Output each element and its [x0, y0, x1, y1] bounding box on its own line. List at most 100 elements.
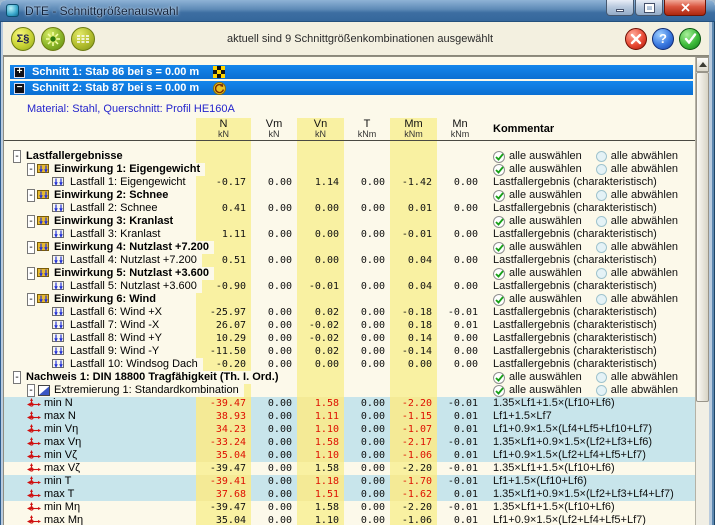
value-T: 0.00 — [344, 319, 390, 332]
tree-expander[interactable]: - — [27, 189, 35, 202]
close-button[interactable] — [664, 0, 706, 16]
table-row-extremierung[interactable]: -Extremierung 1: Standardkombinationalle… — [4, 384, 695, 397]
tree-expander[interactable]: - — [27, 267, 35, 280]
table-row-lastfall[interactable]: Lastfall 7: Wind -X26.070.00-0.020.000.1… — [4, 319, 695, 332]
table-row-extreme[interactable]: min Vη34.230.001.100.00-1.070.01Lf1+0.9×… — [4, 423, 695, 436]
help-button[interactable]: ? — [652, 28, 674, 50]
table-row-einwirkung[interactable]: -Einwirkung 3: Kranlastalle auswählenall… — [4, 215, 695, 228]
table-row-lastfall[interactable]: Lastfall 2: Schnee0.410.000.000.000.010.… — [4, 202, 695, 215]
cancel-button[interactable] — [625, 28, 647, 50]
select-all-radio[interactable] — [493, 294, 505, 306]
table-row-einwirkung[interactable]: -Einwirkung 6: Windalle auswählenalle ab… — [4, 293, 695, 306]
table-row-lastfall[interactable]: Lastfall 9: Wind -Y-11.500.000.020.00-0.… — [4, 345, 695, 358]
deselect-all-radio[interactable] — [596, 190, 607, 201]
value-Vn — [297, 293, 344, 306]
deselect-all-radio[interactable] — [596, 242, 607, 253]
value-Vn — [297, 241, 344, 254]
select-all-radio[interactable] — [493, 385, 505, 397]
table-row-lastfall[interactable]: Lastfall 4: Nutzlast +7.2000.510.000.000… — [4, 254, 695, 267]
deselect-all-radio[interactable] — [596, 216, 607, 227]
table-row-group[interactable]: -Nachweis 1: DIN 18800 Tragfähigkeit (Th… — [4, 371, 695, 384]
value-Mm: 0.04 — [390, 254, 437, 267]
table-row-einwirkung[interactable]: -Einwirkung 5: Nutzlast +3.600alle auswä… — [4, 267, 695, 280]
column-header-Vm: VmkN — [251, 118, 297, 141]
select-all-radio[interactable] — [493, 242, 505, 254]
table-row-group[interactable]: -Lastfallergebnissealle auswählenalle ab… — [4, 150, 695, 163]
starburst-button[interactable] — [41, 27, 65, 51]
value-T: 0.00 — [344, 280, 390, 293]
table-row-einwirkung[interactable]: -Einwirkung 1: Eigengewichtalle auswähle… — [4, 163, 695, 176]
starburst-icon — [45, 31, 61, 47]
sum-paragraph-button[interactable]: Σ§ — [11, 27, 35, 51]
value-Vm: 0.00 — [251, 436, 297, 449]
deselect-all-radio[interactable] — [596, 385, 607, 396]
select-all-label: alle auswählen — [509, 150, 582, 163]
value-Vn: 1.14 — [297, 176, 344, 189]
deselect-all-radio[interactable] — [596, 164, 607, 175]
value-Vn: 1.58 — [297, 436, 344, 449]
table-row-extreme[interactable]: min Vζ35.040.001.100.00-1.060.01Lf1+0.9×… — [4, 449, 695, 462]
table-row-extreme[interactable]: max N38.930.001.110.00-1.150.01Lf1+1.5×L… — [4, 410, 695, 423]
confirm-button[interactable] — [679, 28, 701, 50]
table-row-extreme[interactable]: max Mη35.040.001.100.00-1.060.01Lf1+0.9×… — [4, 514, 695, 525]
deselect-all-radio[interactable] — [596, 294, 607, 305]
tree-expander[interactable]: - — [13, 150, 21, 163]
row-label-cell: -Lastfallergebnisse — [4, 150, 196, 163]
table-row-extreme[interactable]: max T37.680.001.510.00-1.620.011.35×Lf1+… — [4, 488, 695, 501]
select-all-radio[interactable] — [493, 190, 505, 202]
select-all-radio[interactable] — [493, 216, 505, 228]
comment-cell: alle auswählenalle abwählen — [483, 189, 695, 202]
titlebar[interactable]: DTE - Schnittgrößenauswahl — [0, 0, 715, 22]
scroll-up-button[interactable] — [696, 57, 709, 72]
value-Vm: 0.00 — [251, 280, 297, 293]
table-row-einwirkung[interactable]: -Einwirkung 2: Schneealle auswählenalle … — [4, 189, 695, 202]
tree-expander[interactable]: - — [27, 163, 35, 176]
section-header-schnitt-2[interactable]: − Schnitt 2: Stab 87 bei s = 0.00 m — [10, 81, 693, 95]
comment-cell: alle auswählenalle abwählen — [483, 241, 695, 254]
table-row-lastfall[interactable]: Lastfall 3: Kranlast1.110.000.000.00-0.0… — [4, 228, 695, 241]
value-N: 35.04 — [196, 449, 251, 462]
tree-expander[interactable]: - — [27, 293, 35, 306]
table-row-lastfall[interactable]: Lastfall 10: Windsog Dach-0.200.000.000.… — [4, 358, 695, 371]
table-row-extreme[interactable]: max Vζ-39.470.001.580.00-2.20-0.011.35×L… — [4, 462, 695, 475]
select-all-radio[interactable] — [493, 268, 505, 280]
extreme-icon — [27, 463, 41, 474]
deselect-all-radio[interactable] — [596, 151, 607, 162]
deselect-all-radio[interactable] — [596, 268, 607, 279]
material-info: Material: Stahl, Querschnitt: Profil HE1… — [27, 103, 695, 116]
table-row-extreme[interactable]: min Mη-39.470.001.580.00-2.20-0.011.35×L… — [4, 501, 695, 514]
table-row-lastfall[interactable]: Lastfall 8: Wind +Y10.290.00-0.020.000.1… — [4, 332, 695, 345]
section-header-schnitt-1[interactable]: + Schnitt 1: Stab 86 bei s = 0.00 m — [10, 65, 693, 79]
section-expander[interactable]: − — [14, 83, 25, 94]
table-row-extreme[interactable]: min N-39.470.001.580.00-2.20-0.011.35×Lf… — [4, 397, 695, 410]
value-Mm: -0.01 — [390, 228, 437, 241]
select-all-radio[interactable] — [493, 164, 505, 176]
table-row-lastfall[interactable]: Lastfall 6: Wind +X-25.970.000.020.00-0.… — [4, 306, 695, 319]
tree-expander[interactable]: - — [13, 371, 21, 384]
table-row-einwirkung[interactable]: -Einwirkung 4: Nutzlast +7.200alle auswä… — [4, 241, 695, 254]
value-Mn — [437, 241, 483, 254]
vertical-scrollbar[interactable] — [695, 57, 709, 525]
list-lines-button[interactable] — [71, 27, 95, 51]
section-expander[interactable]: + — [14, 67, 25, 78]
select-all-radio[interactable] — [493, 151, 505, 163]
minimize-button[interactable] — [606, 0, 634, 16]
maximize-button[interactable] — [635, 0, 663, 16]
select-all-radio[interactable] — [493, 372, 505, 384]
table-row-extreme[interactable]: max Vη-33.240.001.580.00-2.17-0.011.35×L… — [4, 436, 695, 449]
value-Mm — [390, 163, 437, 176]
header-spacer-row — [4, 141, 695, 150]
tree-expander[interactable]: - — [27, 215, 35, 228]
deselect-all-radio[interactable] — [596, 372, 607, 383]
table-row-lastfall[interactable]: Lastfall 5: Nutzlast +3.600-0.900.00-0.0… — [4, 280, 695, 293]
tree-expander[interactable]: - — [27, 384, 35, 397]
comment-cell: 1.35×Lf1+0.9×1.5×(Lf2+Lf3+Lf6) — [483, 436, 695, 449]
table-row-lastfall[interactable]: Lastfall 1: Eigengewicht-0.170.001.140.0… — [4, 176, 695, 189]
tree-expander[interactable]: - — [27, 241, 35, 254]
tree-label: Lastfall 2: Schnee — [70, 202, 162, 215]
row-label-cell: max N — [4, 410, 196, 423]
check-icon — [495, 166, 504, 174]
table-row-extreme[interactable]: min T-39.410.001.180.00-1.70-0.01Lf1+1.5… — [4, 475, 695, 488]
value-Vm: 0.00 — [251, 449, 297, 462]
scrollbar-thumb[interactable] — [696, 72, 709, 402]
